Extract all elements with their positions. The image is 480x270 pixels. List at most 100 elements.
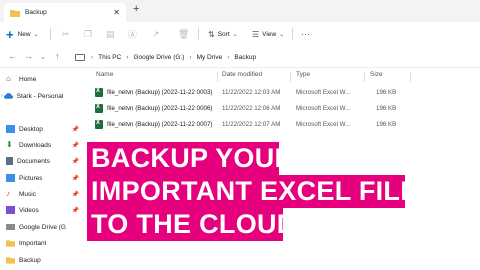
more-options-icon[interactable]: ··· (301, 26, 310, 42)
sidebar-item-pictures[interactable]: Pictures 📌 (6, 172, 82, 184)
sidebar-item-label: Google Drive (G (19, 223, 66, 231)
home-icon: ⌂ (6, 74, 11, 83)
rename-icon[interactable]: Ⓐ (128, 26, 137, 42)
sidebar-item-label: Documents (17, 157, 50, 165)
delete-icon[interactable]: 🗑 (178, 26, 189, 42)
file-size: 196 KB (376, 89, 397, 96)
sort-label: Sort (217, 30, 230, 38)
sidebar-item-important[interactable]: Important (6, 237, 82, 249)
cloud-icon (3, 93, 13, 99)
folder-icon (6, 240, 15, 247)
chevron-right-icon: › (91, 53, 94, 61)
pin-icon: 📌 (71, 175, 79, 182)
view-button[interactable]: ☰ View ⌄ (252, 26, 284, 42)
sidebar-item-label: Music (19, 190, 36, 198)
file-type: Microsoft Excel W... (296, 121, 351, 128)
column-header-type[interactable]: Type (296, 71, 310, 78)
sidebar-item-music[interactable]: ♪ Music 📌 (6, 188, 82, 200)
address-bar[interactable]: › This PC › Google Drive (G:) › My Drive… (71, 49, 480, 65)
table-row[interactable]: file_netvn (Backup) (2022-11-22 0003) 11… (93, 86, 480, 100)
banner-line-1: BACKUP YOUR (87, 142, 294, 175)
chevron-right-icon: › (189, 53, 192, 61)
music-icon: ♪ (6, 189, 10, 198)
navigation-pane: ⌂ Home › Stark - Personal Desktop 📌 ⬇ Do… (0, 68, 82, 270)
address-row: ← → ⌄ ↑ › This PC › Google Drive (G:) › … (0, 46, 480, 68)
column-divider[interactable] (217, 72, 218, 82)
sidebar-item-label: Home (19, 75, 37, 83)
folder-icon (10, 9, 20, 17)
excel-file-icon (95, 88, 103, 97)
sidebar-item-label: Stark - Personal (16, 92, 64, 100)
view-label: View (262, 30, 277, 38)
sidebar-item-label: Pictures (19, 174, 43, 182)
table-row[interactable]: file_netvn (Backup) (2022-11-22 0006) 11… (93, 102, 480, 116)
sidebar-item-stark-personal[interactable]: › Stark - Personal (1, 90, 82, 102)
tab-title: Backup (25, 9, 47, 16)
chevron-down-icon: ⌄ (232, 31, 238, 38)
sidebar-item-home[interactable]: ⌂ Home (6, 73, 82, 85)
chevron-down-icon: ⌄ (279, 31, 285, 38)
file-date: 11/22/2022 12:03 AM (222, 89, 281, 96)
breadcrumb-backup[interactable]: Backup (234, 54, 256, 61)
pin-icon: 📌 (71, 142, 79, 149)
sidebar-item-documents[interactable]: Documents 📌 (6, 155, 82, 167)
file-name: file_netvn (Backup) (2022-11-22 0007) (107, 121, 213, 128)
close-icon[interactable]: ✕ (113, 8, 120, 17)
file-name: file_netvn (Backup) (2022-11-22 0003) (107, 89, 213, 96)
breadcrumb-google-drive[interactable]: Google Drive (G:) (133, 54, 184, 61)
column-header-date[interactable]: Date modified (222, 71, 262, 78)
sort-icon: ⇅ (208, 29, 215, 39)
computer-icon (75, 53, 85, 61)
desktop-icon (6, 125, 15, 133)
chevron-right-icon: › (227, 53, 230, 61)
new-tab-button[interactable]: + (133, 3, 139, 15)
column-divider[interactable] (364, 72, 365, 82)
toolbar-divider (198, 28, 199, 40)
new-button[interactable]: + New ⌄ (6, 26, 39, 42)
chevron-down-icon[interactable]: ⌄ (40, 53, 46, 61)
sidebar-item-backup[interactable]: Backup (6, 254, 82, 266)
cut-icon[interactable]: ✂ (62, 26, 70, 42)
chevron-right-icon: › (126, 53, 129, 61)
breadcrumb-this-pc[interactable]: This PC (98, 54, 121, 61)
column-header-name[interactable]: Name (96, 71, 113, 78)
column-header-size[interactable]: Size (370, 71, 383, 78)
up-arrow-icon[interactable]: ↑ (55, 51, 60, 61)
new-label: New (17, 30, 31, 38)
banner-line-2: IMPORTANT EXCEL FILE (87, 175, 418, 208)
file-name: file_netvn (Backup) (2022-11-22 0006) (107, 105, 213, 112)
copy-icon[interactable]: ❐ (84, 26, 92, 42)
drive-icon (6, 224, 15, 230)
toolbar-divider (292, 28, 293, 40)
table-row[interactable]: file_netvn (Backup) (2022-11-22 0007) 11… (93, 118, 480, 132)
title-bar: Backup ✕ + (0, 0, 480, 22)
paste-icon[interactable]: ▤ (106, 26, 115, 42)
share-icon[interactable]: ↗ (152, 26, 160, 42)
column-divider[interactable] (290, 72, 291, 82)
excel-file-icon (95, 104, 103, 113)
chevron-right-icon: › (1, 93, 3, 99)
forward-arrow-icon[interactable]: → (24, 51, 33, 61)
sidebar-item-google-drive[interactable]: Google Drive (G (6, 221, 82, 233)
tab-backup[interactable]: Backup ✕ (4, 3, 126, 22)
sidebar-item-label: Desktop (19, 125, 43, 133)
file-type: Microsoft Excel W... (296, 105, 351, 112)
excel-file-icon (95, 120, 103, 129)
sidebar-item-desktop[interactable]: Desktop 📌 (6, 123, 82, 135)
file-size: 196 KB (376, 105, 397, 112)
document-icon (6, 157, 13, 165)
view-icon: ☰ (252, 29, 260, 39)
back-arrow-icon[interactable]: ← (8, 51, 17, 61)
sort-button[interactable]: ⇅ Sort ⌄ (208, 26, 238, 42)
sidebar-item-label: Important (19, 239, 47, 247)
sidebar-item-downloads[interactable]: ⬇ Downloads 📌 (6, 139, 82, 151)
file-list-header: Name Date modified Type Size (93, 71, 480, 83)
breadcrumb-my-drive[interactable]: My Drive (197, 54, 223, 61)
column-divider[interactable] (410, 72, 411, 82)
pin-icon: 📌 (71, 191, 79, 198)
file-size: 196 KB (376, 121, 397, 128)
sidebar-item-label: Backup (19, 256, 41, 264)
sidebar-item-label: Downloads (19, 141, 52, 149)
sidebar-item-label: Videos (19, 206, 39, 214)
sidebar-item-videos[interactable]: Videos 📌 (6, 204, 82, 216)
